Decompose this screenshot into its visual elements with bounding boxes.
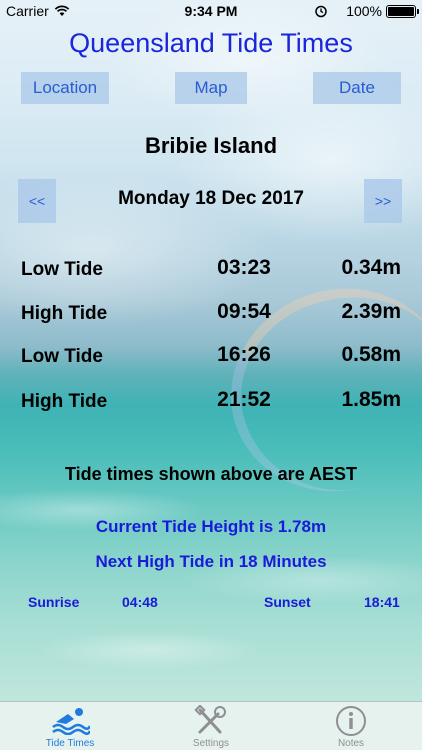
tide-time: 16:26 — [217, 343, 271, 366]
app-title: Queensland Tide Times — [69, 28, 353, 58]
next-tide-countdown: Next High Tide in 18 Minutes — [95, 552, 327, 571]
swimmer-icon — [50, 705, 92, 740]
current-date: Monday 18 Dec 2017 — [118, 188, 304, 209]
current-tide-height: Current Tide Height is 1.78m — [95, 517, 327, 536]
sunset-time: 18:41 — [364, 594, 400, 610]
tab-notes[interactable]: Notes — [281, 702, 421, 750]
tide-time: 09:54 — [217, 300, 271, 323]
tab-label: Notes — [337, 738, 365, 749]
tools-icon — [194, 704, 228, 742]
tide-type: Low Tide — [21, 346, 103, 367]
sunrise-label: Sunrise — [28, 594, 80, 610]
background-sea-foam — [0, 450, 422, 700]
tide-row: High Tide 21:52 1.85m — [0, 388, 422, 416]
tide-type: Low Tide — [21, 259, 103, 280]
timezone-note: Tide times shown above are AEST — [64, 464, 358, 484]
tide-row: Low Tide 16:26 0.58m — [0, 343, 422, 371]
tab-settings[interactable]: Settings — [141, 702, 281, 750]
tide-height: 2.39m — [341, 300, 401, 323]
tide-row: High Tide 09:54 2.39m — [0, 300, 422, 328]
location-button[interactable]: Location — [21, 72, 109, 104]
tide-type: High Tide — [21, 303, 108, 324]
tide-height: 0.34m — [341, 256, 401, 279]
tab-tide-times[interactable]: Tide Times — [0, 702, 140, 750]
tide-time: 03:23 — [217, 256, 271, 279]
status-bar: Carrier 9:34 PM 100% — [0, 0, 422, 22]
tab-bar: Tide Times Settings Notes — [0, 701, 422, 750]
tab-label: Tide Times — [45, 738, 95, 749]
map-button[interactable]: Map — [175, 72, 247, 104]
battery-percent: 100% — [346, 3, 382, 19]
tide-height: 1.85m — [341, 388, 401, 411]
sunrise-time: 04:48 — [122, 594, 158, 610]
tide-type: High Tide — [21, 391, 108, 412]
info-icon — [335, 705, 367, 742]
alarm-icon — [314, 4, 328, 21]
tide-time: 21:52 — [217, 388, 271, 411]
date-button[interactable]: Date — [313, 72, 401, 104]
tide-height: 0.58m — [341, 343, 401, 366]
previous-day-button[interactable]: << — [18, 179, 56, 223]
sunset-label: Sunset — [264, 594, 311, 610]
tab-label: Settings — [192, 738, 230, 749]
tide-row: Low Tide 03:23 0.34m — [0, 256, 422, 284]
location-name: Bribie Island — [144, 133, 278, 158]
next-day-button[interactable]: >> — [364, 179, 402, 223]
battery-icon — [386, 5, 419, 18]
